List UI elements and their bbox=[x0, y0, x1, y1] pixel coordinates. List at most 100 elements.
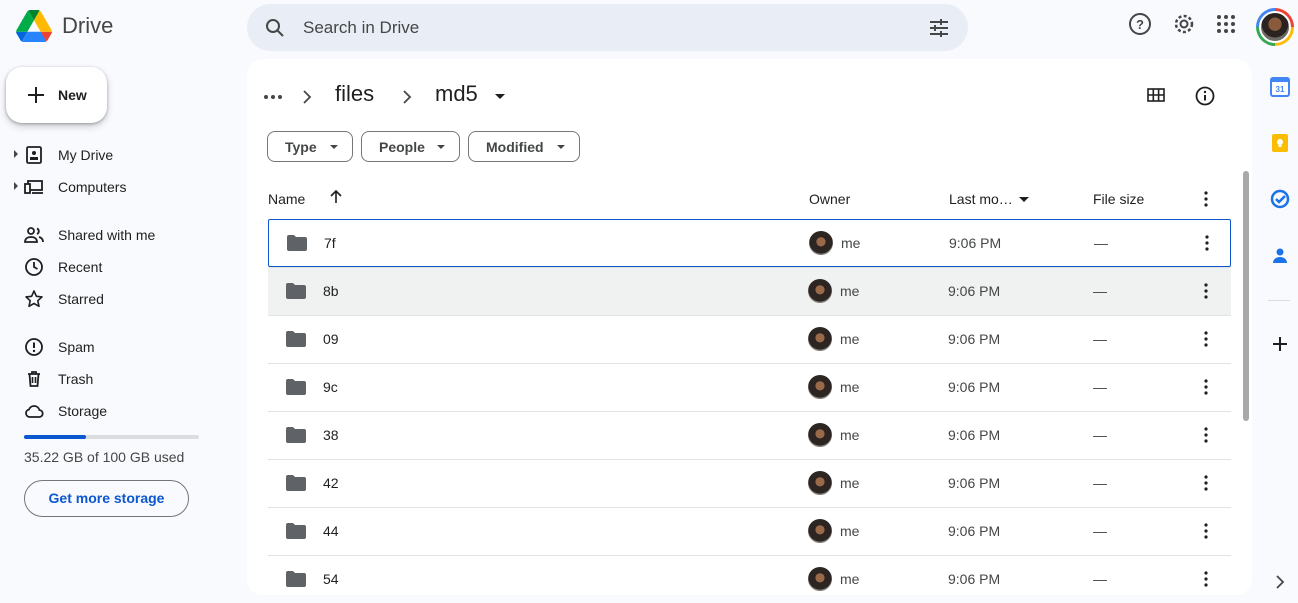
more-horiz-icon[interactable] bbox=[263, 89, 283, 105]
more-vert-icon[interactable] bbox=[1198, 330, 1214, 348]
file-size: — bbox=[1093, 283, 1107, 299]
sidebar-item-storage[interactable]: Storage bbox=[0, 395, 240, 427]
info-icon[interactable] bbox=[1194, 85, 1216, 107]
owner-avatar bbox=[808, 375, 832, 399]
file-name: 7f bbox=[324, 235, 336, 251]
new-button[interactable]: New bbox=[6, 67, 107, 123]
table-header: Name Owner Last mo… File size bbox=[268, 181, 1231, 217]
search-input[interactable] bbox=[303, 4, 903, 51]
search-bar[interactable] bbox=[247, 4, 968, 51]
sort-arrow-up-icon[interactable] bbox=[328, 189, 344, 205]
chevron-right-icon bbox=[403, 90, 412, 104]
table-row[interactable]: 38 me 9:06 PM — bbox=[268, 411, 1231, 459]
column-header-file-size[interactable]: File size bbox=[1093, 191, 1144, 207]
column-header-last-modified[interactable]: Last mo… bbox=[949, 191, 1013, 207]
filter-modified-chip[interactable]: Modified bbox=[468, 131, 580, 162]
folder-icon bbox=[286, 427, 306, 443]
expand-arrow-icon[interactable] bbox=[14, 182, 18, 190]
sidebar-item-label: Spam bbox=[58, 339, 95, 355]
owner-avatar bbox=[808, 423, 832, 447]
more-vert-icon[interactable] bbox=[1198, 570, 1214, 588]
scrollbar-thumb[interactable] bbox=[1243, 171, 1249, 421]
help-icon[interactable]: ? bbox=[1128, 12, 1152, 36]
caret-down-icon[interactable] bbox=[1019, 197, 1029, 202]
last-modified: 9:06 PM bbox=[948, 571, 1001, 587]
folder-icon bbox=[286, 379, 306, 395]
caret-down-icon bbox=[330, 145, 338, 149]
sidebar-item-label: Starred bbox=[58, 291, 104, 307]
file-name: 38 bbox=[323, 427, 339, 443]
owner-avatar bbox=[808, 279, 832, 303]
more-vert-icon[interactable] bbox=[1198, 522, 1214, 540]
sidebar-item-recent[interactable]: Recent bbox=[0, 251, 240, 283]
drive-logo[interactable]: Drive bbox=[16, 10, 113, 42]
star-icon bbox=[25, 290, 43, 308]
chevron-right-icon[interactable] bbox=[1272, 574, 1288, 590]
file-name: 8b bbox=[323, 283, 339, 299]
table-row[interactable]: 09 me 9:06 PM — bbox=[268, 315, 1231, 363]
contacts-icon[interactable] bbox=[1269, 244, 1291, 266]
file-size: — bbox=[1094, 235, 1108, 251]
table-row[interactable]: 42 me 9:06 PM — bbox=[268, 459, 1231, 507]
storage-usage-fill bbox=[24, 435, 86, 439]
table-row[interactable]: 8b me 9:06 PM — bbox=[268, 267, 1231, 315]
sidebar-item-starred[interactable]: Starred bbox=[0, 283, 240, 315]
sidebar-item-my-drive[interactable]: My Drive bbox=[0, 139, 240, 171]
sidebar-item-trash[interactable]: Trash bbox=[0, 363, 240, 395]
breadcrumb-item-files[interactable]: files bbox=[335, 81, 374, 107]
filter-people-chip[interactable]: People bbox=[361, 131, 460, 162]
folder-icon bbox=[286, 331, 306, 347]
column-header-owner[interactable]: Owner bbox=[809, 191, 850, 207]
main-content: files md5 Type People Modified Name Owne… bbox=[247, 59, 1252, 595]
file-size: — bbox=[1093, 475, 1107, 491]
my-drive-icon bbox=[26, 146, 42, 164]
table-row[interactable]: 44 me 9:06 PM — bbox=[268, 507, 1231, 555]
caret-down-icon[interactable] bbox=[495, 94, 505, 99]
clock-icon bbox=[25, 258, 43, 276]
owner-name: me bbox=[840, 283, 860, 299]
owner-name: me bbox=[840, 571, 860, 587]
table-row[interactable]: 54 me 9:06 PM — bbox=[268, 555, 1231, 595]
chevron-right-icon bbox=[303, 90, 312, 104]
cloud-icon bbox=[25, 405, 44, 418]
apps-grid-icon[interactable] bbox=[1214, 12, 1238, 36]
more-vert-icon[interactable] bbox=[1198, 474, 1214, 492]
more-vert-icon[interactable] bbox=[1199, 234, 1215, 252]
keep-icon[interactable] bbox=[1269, 132, 1291, 154]
last-modified: 9:06 PM bbox=[948, 427, 1001, 443]
sidebar-item-spam[interactable]: Spam bbox=[0, 331, 240, 363]
file-name: 09 bbox=[323, 331, 339, 347]
expand-arrow-icon[interactable] bbox=[14, 150, 18, 158]
more-vert-icon[interactable] bbox=[1198, 282, 1214, 300]
caret-down-icon bbox=[437, 145, 445, 149]
sidebar-item-computers[interactable]: Computers bbox=[0, 171, 240, 203]
more-vert-icon[interactable] bbox=[1198, 190, 1214, 208]
sidebar-item-shared-with-me[interactable]: Shared with me bbox=[0, 219, 240, 251]
file-name: 44 bbox=[323, 523, 339, 539]
sidebar-item-label: Storage bbox=[58, 403, 108, 419]
column-header-name[interactable]: Name bbox=[268, 191, 305, 207]
tasks-icon[interactable] bbox=[1269, 188, 1291, 210]
owner-name: me bbox=[840, 523, 860, 539]
account-avatar[interactable] bbox=[1256, 8, 1294, 46]
grid-view-icon[interactable] bbox=[1146, 85, 1166, 105]
get-more-storage-button[interactable]: Get more storage bbox=[24, 480, 189, 517]
file-name: 9c bbox=[323, 379, 338, 395]
plus-icon[interactable] bbox=[1269, 333, 1291, 355]
calendar-icon[interactable]: 31 bbox=[1269, 76, 1291, 98]
app-name: Drive bbox=[62, 13, 114, 38]
search-options-icon[interactable] bbox=[928, 17, 950, 39]
last-modified: 9:06 PM bbox=[949, 235, 1002, 251]
plus-icon bbox=[28, 87, 44, 103]
settings-gear-icon[interactable] bbox=[1172, 12, 1196, 36]
more-vert-icon[interactable] bbox=[1198, 426, 1214, 444]
more-vert-icon[interactable] bbox=[1198, 378, 1214, 396]
spam-icon bbox=[25, 338, 43, 356]
file-name: 42 bbox=[323, 475, 339, 491]
table-row[interactable]: 9c me 9:06 PM — bbox=[268, 363, 1231, 411]
last-modified: 9:06 PM bbox=[948, 283, 1001, 299]
breadcrumb-item-current[interactable]: md5 bbox=[435, 81, 478, 107]
filter-type-chip[interactable]: Type bbox=[267, 131, 353, 162]
search-icon[interactable] bbox=[263, 16, 287, 40]
table-row[interactable]: 7f me 9:06 PM — bbox=[268, 219, 1231, 267]
